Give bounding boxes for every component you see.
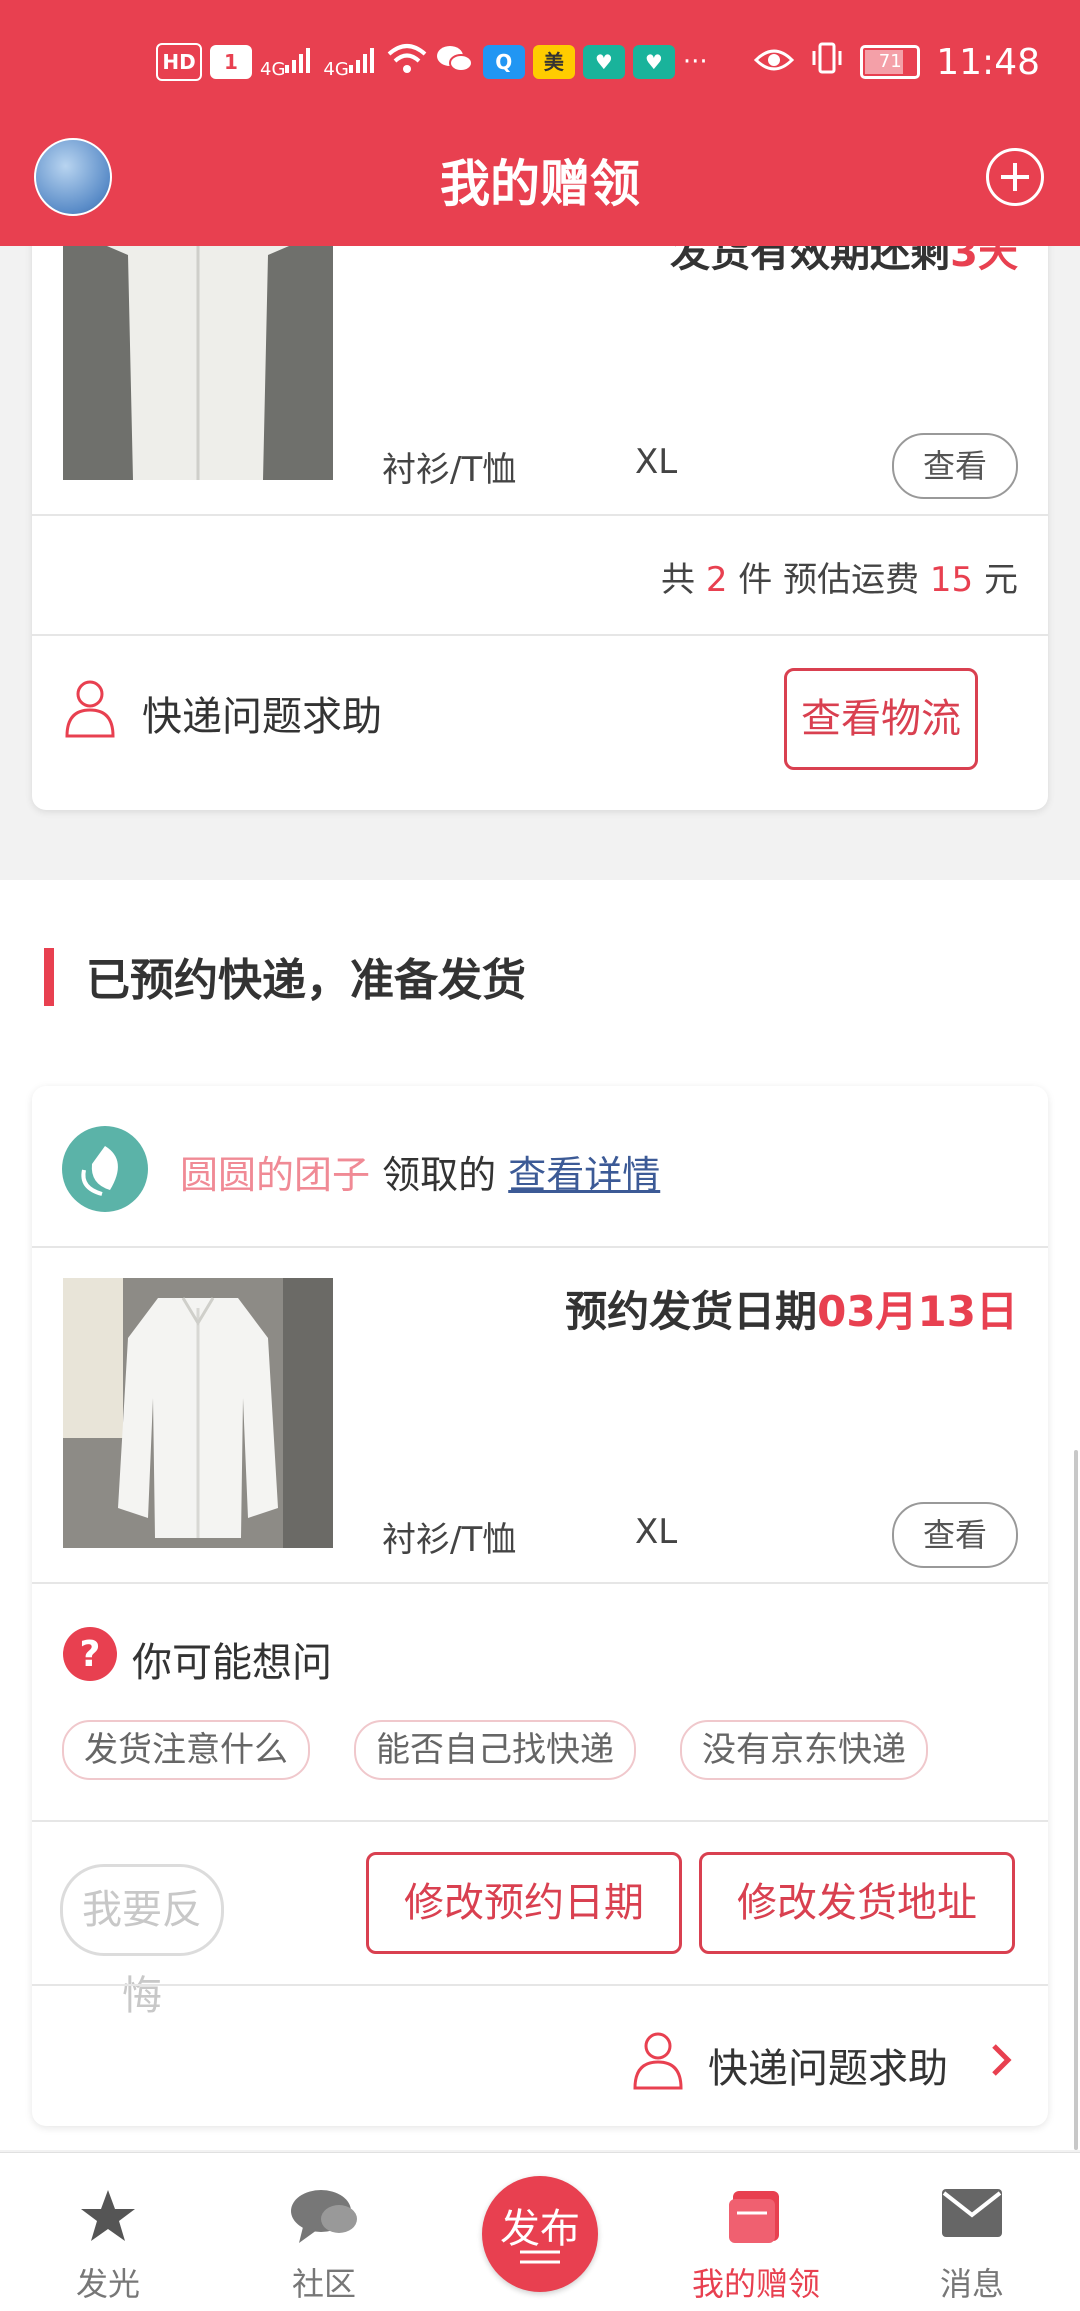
nav-label: 消息 — [939, 2265, 1004, 2303]
status-right: 71 11:48 — [754, 36, 1040, 88]
divider — [32, 1820, 1048, 1822]
battery-icon: 71 — [860, 45, 921, 79]
add-icon[interactable] — [986, 148, 1044, 206]
order-summary: 共 2 件 预估运费 15 元 — [661, 560, 1018, 600]
item-size: XL — [635, 1512, 678, 1552]
change-date-button[interactable]: 修改预约日期 — [366, 1852, 682, 1954]
sim-icon: 1 — [210, 45, 252, 79]
item-category: 衬衫/T恤 — [382, 450, 517, 490]
express-help-link[interactable]: 快递问题求助 — [142, 684, 382, 742]
giver-row: 圆圆的团子 领取的 查看详情 — [180, 1144, 660, 1199]
express-help-link[interactable]: 快递问题求助 — [708, 2036, 948, 2094]
giver-name[interactable]: 圆圆的团子 — [180, 1153, 370, 1197]
divider — [32, 1984, 1048, 1986]
nav-item-community[interactable]: 社区 — [216, 2153, 432, 2311]
app-icon: ♥ — [632, 45, 675, 79]
nav-label: 社区 — [291, 2265, 356, 2303]
clock: 11:48 — [936, 41, 1040, 83]
meituan-icon: 美 — [532, 45, 575, 79]
view-logistics-button[interactable]: 查看物流 — [784, 668, 978, 770]
nav-item-messages[interactable]: 消息 — [864, 2153, 1080, 2311]
section-accent-bar — [44, 948, 54, 1006]
nav-label: 我的赠领 — [691, 2265, 820, 2303]
page-title: 我的赠领 — [440, 155, 640, 213]
eye-icon — [754, 42, 795, 83]
book-icon — [729, 2191, 779, 2243]
divider — [32, 1582, 1048, 1584]
scheduled-date: 预约发货日期03月13日 — [565, 1287, 1018, 1336]
chevron-right-icon[interactable] — [990, 2042, 1014, 2078]
action-text: 领取的 — [382, 1153, 497, 1197]
scrollbar[interactable] — [1074, 1450, 1078, 2150]
nav-item-my-gifts[interactable]: 我的赠领 — [648, 2153, 864, 2311]
chat-icon — [291, 2190, 357, 2243]
nav-item-glow[interactable]: 发光 — [0, 2153, 216, 2311]
status-left: HD 1 4G 4G Q 美 ♥ ♥ ··· — [156, 38, 708, 86]
app-header: HD 1 4G 4G Q 美 ♥ ♥ ··· 71 11:48 我的赠领 — [0, 0, 1080, 246]
person-icon — [633, 2032, 683, 2090]
view-details-link[interactable]: 查看详情 — [508, 1153, 660, 1197]
wifi-icon — [387, 42, 427, 82]
publish-label: 发布 — [500, 2206, 580, 2252]
menu-lines-icon — [520, 2250, 560, 2264]
title-bar: 我的赠领 — [0, 120, 1080, 246]
regret-button[interactable]: 我要反悔 — [60, 1864, 224, 2019]
change-address-button[interactable]: 修改发货地址 — [699, 1852, 1015, 1954]
giver-avatar[interactable] — [62, 1126, 148, 1212]
app-icon: ♥ — [582, 45, 625, 79]
divider — [32, 514, 1048, 516]
hd-icon: HD — [156, 43, 202, 81]
item-photo[interactable] — [63, 1278, 333, 1548]
order-card-scheduled: 圆圆的团子 领取的 查看详情 预约发货日期03月13日 衬衫/T恤 XL 查看 … — [32, 1086, 1048, 2126]
faq-title: 你可能想问 — [132, 1640, 332, 1686]
status-bar: HD 1 4G 4G Q 美 ♥ ♥ ··· 71 11:48 — [0, 0, 1080, 120]
view-item-button[interactable]: 查看 — [892, 433, 1018, 499]
signal-icon: 4G — [260, 45, 315, 80]
nav-label: 发光 — [75, 2265, 140, 2303]
publish-button[interactable]: 发布 — [482, 2176, 598, 2292]
faq-chip[interactable]: 能否自己找快递 — [354, 1720, 636, 1780]
item-size: XL — [635, 442, 678, 482]
svg-text:?: ? — [80, 1634, 101, 1675]
section-title: 已预约快递，准备发货 — [86, 955, 526, 1006]
divider — [32, 634, 1048, 636]
star-icon — [81, 2190, 135, 2241]
order-card: 发货有效期还剩3天 衬衫/T恤 XL 查看 共 2 件 预估运费 15 元 快递… — [32, 180, 1048, 810]
divider — [32, 1246, 1048, 1248]
question-icon: ? — [63, 1627, 117, 1681]
wechat-icon — [435, 42, 475, 82]
view-item-button[interactable]: 查看 — [892, 1502, 1018, 1568]
faq-chip[interactable]: 没有京东快递 — [680, 1720, 928, 1780]
item-category: 衬衫/T恤 — [382, 1520, 517, 1560]
signal-icon: 4G — [323, 45, 378, 80]
person-icon — [65, 680, 115, 738]
more-notifications-icon: ··· — [682, 47, 708, 77]
search-app-icon: Q — [482, 45, 525, 79]
vibrate-icon — [810, 41, 844, 84]
mail-icon — [942, 2189, 1002, 2237]
faq-chip[interactable]: 发货注意什么 — [62, 1720, 310, 1780]
